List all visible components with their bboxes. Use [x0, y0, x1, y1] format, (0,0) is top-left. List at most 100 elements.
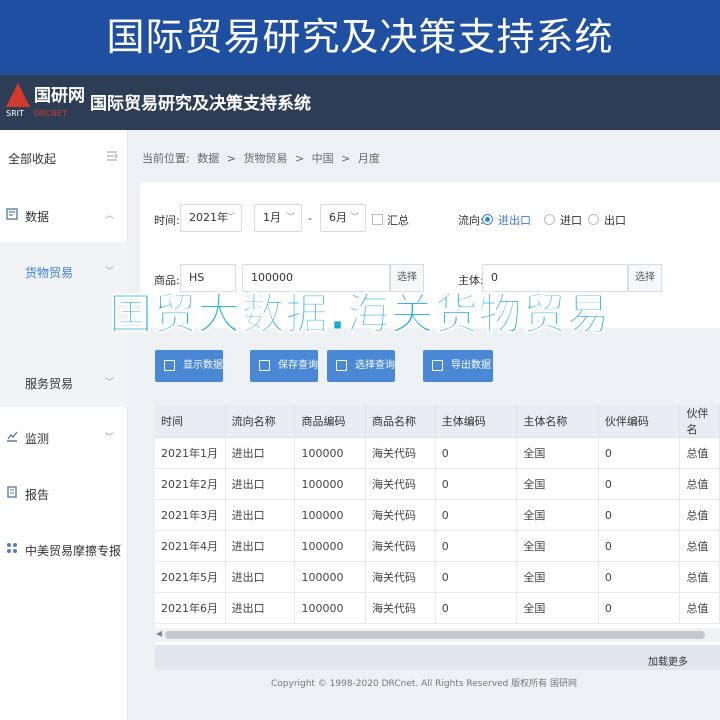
column-header: 伙伴名	[679, 405, 720, 438]
table-row[interactable]: 2021年1月 进出口 100000 海关代码 0 全国 0 总值	[155, 437, 720, 469]
load-more-label[interactable]: 加载更多	[648, 653, 688, 668]
direction-option-label: 进出口	[498, 214, 531, 227]
chevron-up-icon: ︿	[104, 211, 114, 221]
table-cell: 100000	[294, 530, 366, 562]
table-cell: 进出口	[225, 561, 296, 593]
table-cell: 0	[435, 437, 518, 469]
table-icon	[164, 360, 175, 371]
table-cell: 总值	[679, 561, 720, 593]
scroll-left-icon[interactable]: ◀	[156, 629, 162, 638]
direction-option-label: 进口	[560, 214, 582, 227]
direction-radio-export[interactable]	[588, 214, 599, 225]
table-row[interactable]: 2021年5月 进出口 100000 海关代码 0 全国 0 总值	[155, 561, 720, 593]
table-row[interactable]: 2021年2月 进出口 100000 海关代码 0 全国 0 总值	[155, 468, 720, 500]
horizontal-scrollbar[interactable]: ◀	[155, 628, 720, 642]
table-cell: 总值	[679, 530, 720, 562]
chevron-down-icon: ﹀	[104, 267, 114, 277]
collapse-all-toggle[interactable]: 全部收起	[0, 150, 128, 170]
sidebar-item-report[interactable]: 报告	[0, 486, 128, 506]
chart-icon	[7, 431, 18, 442]
table-cell: 100000	[294, 468, 366, 500]
table-cell: 全国	[516, 468, 599, 500]
column-header: 时间	[155, 405, 226, 438]
table-cell: 进出口	[225, 468, 296, 500]
save-icon	[259, 360, 270, 371]
time-label: 时间:	[154, 214, 180, 227]
table-cell: 全国	[516, 561, 599, 593]
table-cell: 进出口	[225, 437, 296, 469]
sidebar-item-label: 货物贸易	[25, 266, 74, 280]
export-data-button[interactable]: 导出数据	[423, 350, 493, 382]
table-cell: 0	[435, 468, 518, 500]
select-query-button[interactable]: 选择查询	[327, 350, 395, 382]
year-value: 2021年	[189, 211, 228, 224]
sidebar-item-service-trade[interactable]: 服务贸易 ﹀	[0, 375, 128, 395]
logo-name: 国研网	[34, 86, 85, 106]
column-header: 伙伴编码	[598, 405, 681, 438]
table-row[interactable]: 2021年6月 进出口 100000 海关代码 0 全国 0 总值	[155, 592, 720, 624]
month-end-value: 6月	[329, 211, 347, 224]
table-cell: 2021年4月	[155, 530, 226, 562]
sidebar-item-data[interactable]: 数据 ︿	[0, 208, 128, 228]
table-cell: 总值	[679, 499, 720, 531]
chevron-down-icon: ﹀	[285, 213, 295, 223]
breadcrumb-sep: >	[294, 152, 305, 165]
save-query-button[interactable]: 保存查询	[250, 350, 318, 382]
table-cell: 0	[435, 499, 518, 531]
table-cell: 海关代码	[365, 561, 436, 593]
logo-sub-en: SRIT	[6, 109, 24, 118]
direction-label: 流向:	[458, 214, 484, 227]
logo-mark-icon	[6, 83, 30, 107]
button-label: 选择查询	[355, 360, 395, 371]
column-header: 商品编码	[294, 405, 366, 438]
table-cell: 0	[435, 561, 518, 593]
button-label: 导出数据	[451, 360, 491, 371]
export-icon	[432, 360, 443, 371]
button-label: 保存查询	[278, 360, 318, 371]
sidebar-item-monitor[interactable]: 监测 ﹀	[0, 430, 128, 450]
table-cell: 全国	[516, 530, 599, 562]
table-cell: 0	[598, 530, 681, 562]
sidebar-item-label: 服务贸易	[25, 377, 74, 391]
year-select[interactable]: 2021年 ﹀	[180, 204, 242, 232]
table-cell: 进出口	[225, 592, 296, 624]
direction-radio-import-export[interactable]	[482, 214, 493, 225]
month-start-select[interactable]: 1月 ﹀	[254, 204, 302, 232]
load-more-bar[interactable]: 加载更多	[155, 645, 720, 670]
table-cell: 进出口	[225, 530, 296, 562]
sidebar-item-label: 报告	[25, 488, 50, 502]
table-row[interactable]: 2021年4月 进出口 100000 海关代码 0 全国 0 总值	[155, 530, 720, 562]
breadcrumb-china[interactable]: 中国	[312, 152, 334, 165]
table-cell: 100000	[294, 561, 366, 593]
logo: 国研网 SRIT DRCNET	[6, 81, 86, 125]
scrollbar-thumb[interactable]	[165, 631, 705, 639]
app-title: 国际贸易研究及决策支持系统	[90, 94, 311, 114]
sidebar: 全部收起 数据 ︿ 货物贸易 ﹀ 服务贸易 ﹀ 监测 ﹀ 报告 中美贸易摩擦专报…	[0, 130, 128, 720]
table-cell: 100000	[294, 437, 366, 469]
show-data-button[interactable]: 显示数据	[155, 350, 223, 382]
chevron-down-icon: ﹀	[349, 213, 359, 223]
table-cell: 2021年3月	[155, 499, 226, 531]
sidebar-item-us-china-report[interactable]: 中美贸易摩擦专报 ﹀	[0, 542, 128, 562]
menu-toggle-icon[interactable]	[106, 150, 118, 162]
table-cell: 海关代码	[365, 592, 436, 624]
footer-copyright: Copyright © 1998-2020 DRCnet. All Rights…	[128, 672, 720, 720]
column-header: 商品名称	[365, 405, 436, 438]
direction-radio-import[interactable]	[544, 214, 555, 225]
chevron-down-icon: ﹀	[225, 213, 235, 223]
summary-checkbox[interactable]	[372, 214, 383, 225]
breadcrumb-data[interactable]: 数据	[197, 152, 219, 165]
puzzle-icon	[7, 543, 17, 553]
breadcrumb-goods-trade[interactable]: 货物贸易	[243, 152, 287, 165]
top-banner-title: 国际贸易研究及决策支持系统	[0, 0, 720, 75]
data-table: 时间 流向名称 商品编码 商品名称 主体编码 主体名称 伙伴编码 伙伴名 202…	[155, 405, 720, 665]
table-row[interactable]: 2021年3月 进出口 100000 海关代码 0 全国 0 总值	[155, 499, 720, 531]
breadcrumb: 当前位置: 数据 > 货物贸易 > 中国 > 月度	[142, 150, 384, 166]
table-cell: 0	[598, 437, 681, 469]
table-cell: 0	[435, 592, 518, 624]
sidebar-item-label: 数据	[25, 210, 50, 224]
table-cell: 0	[598, 468, 681, 500]
direction-option-label: 出口	[604, 214, 626, 227]
month-end-select[interactable]: 6月 ﹀	[320, 204, 366, 232]
chevron-down-icon: ﹀	[112, 545, 122, 555]
